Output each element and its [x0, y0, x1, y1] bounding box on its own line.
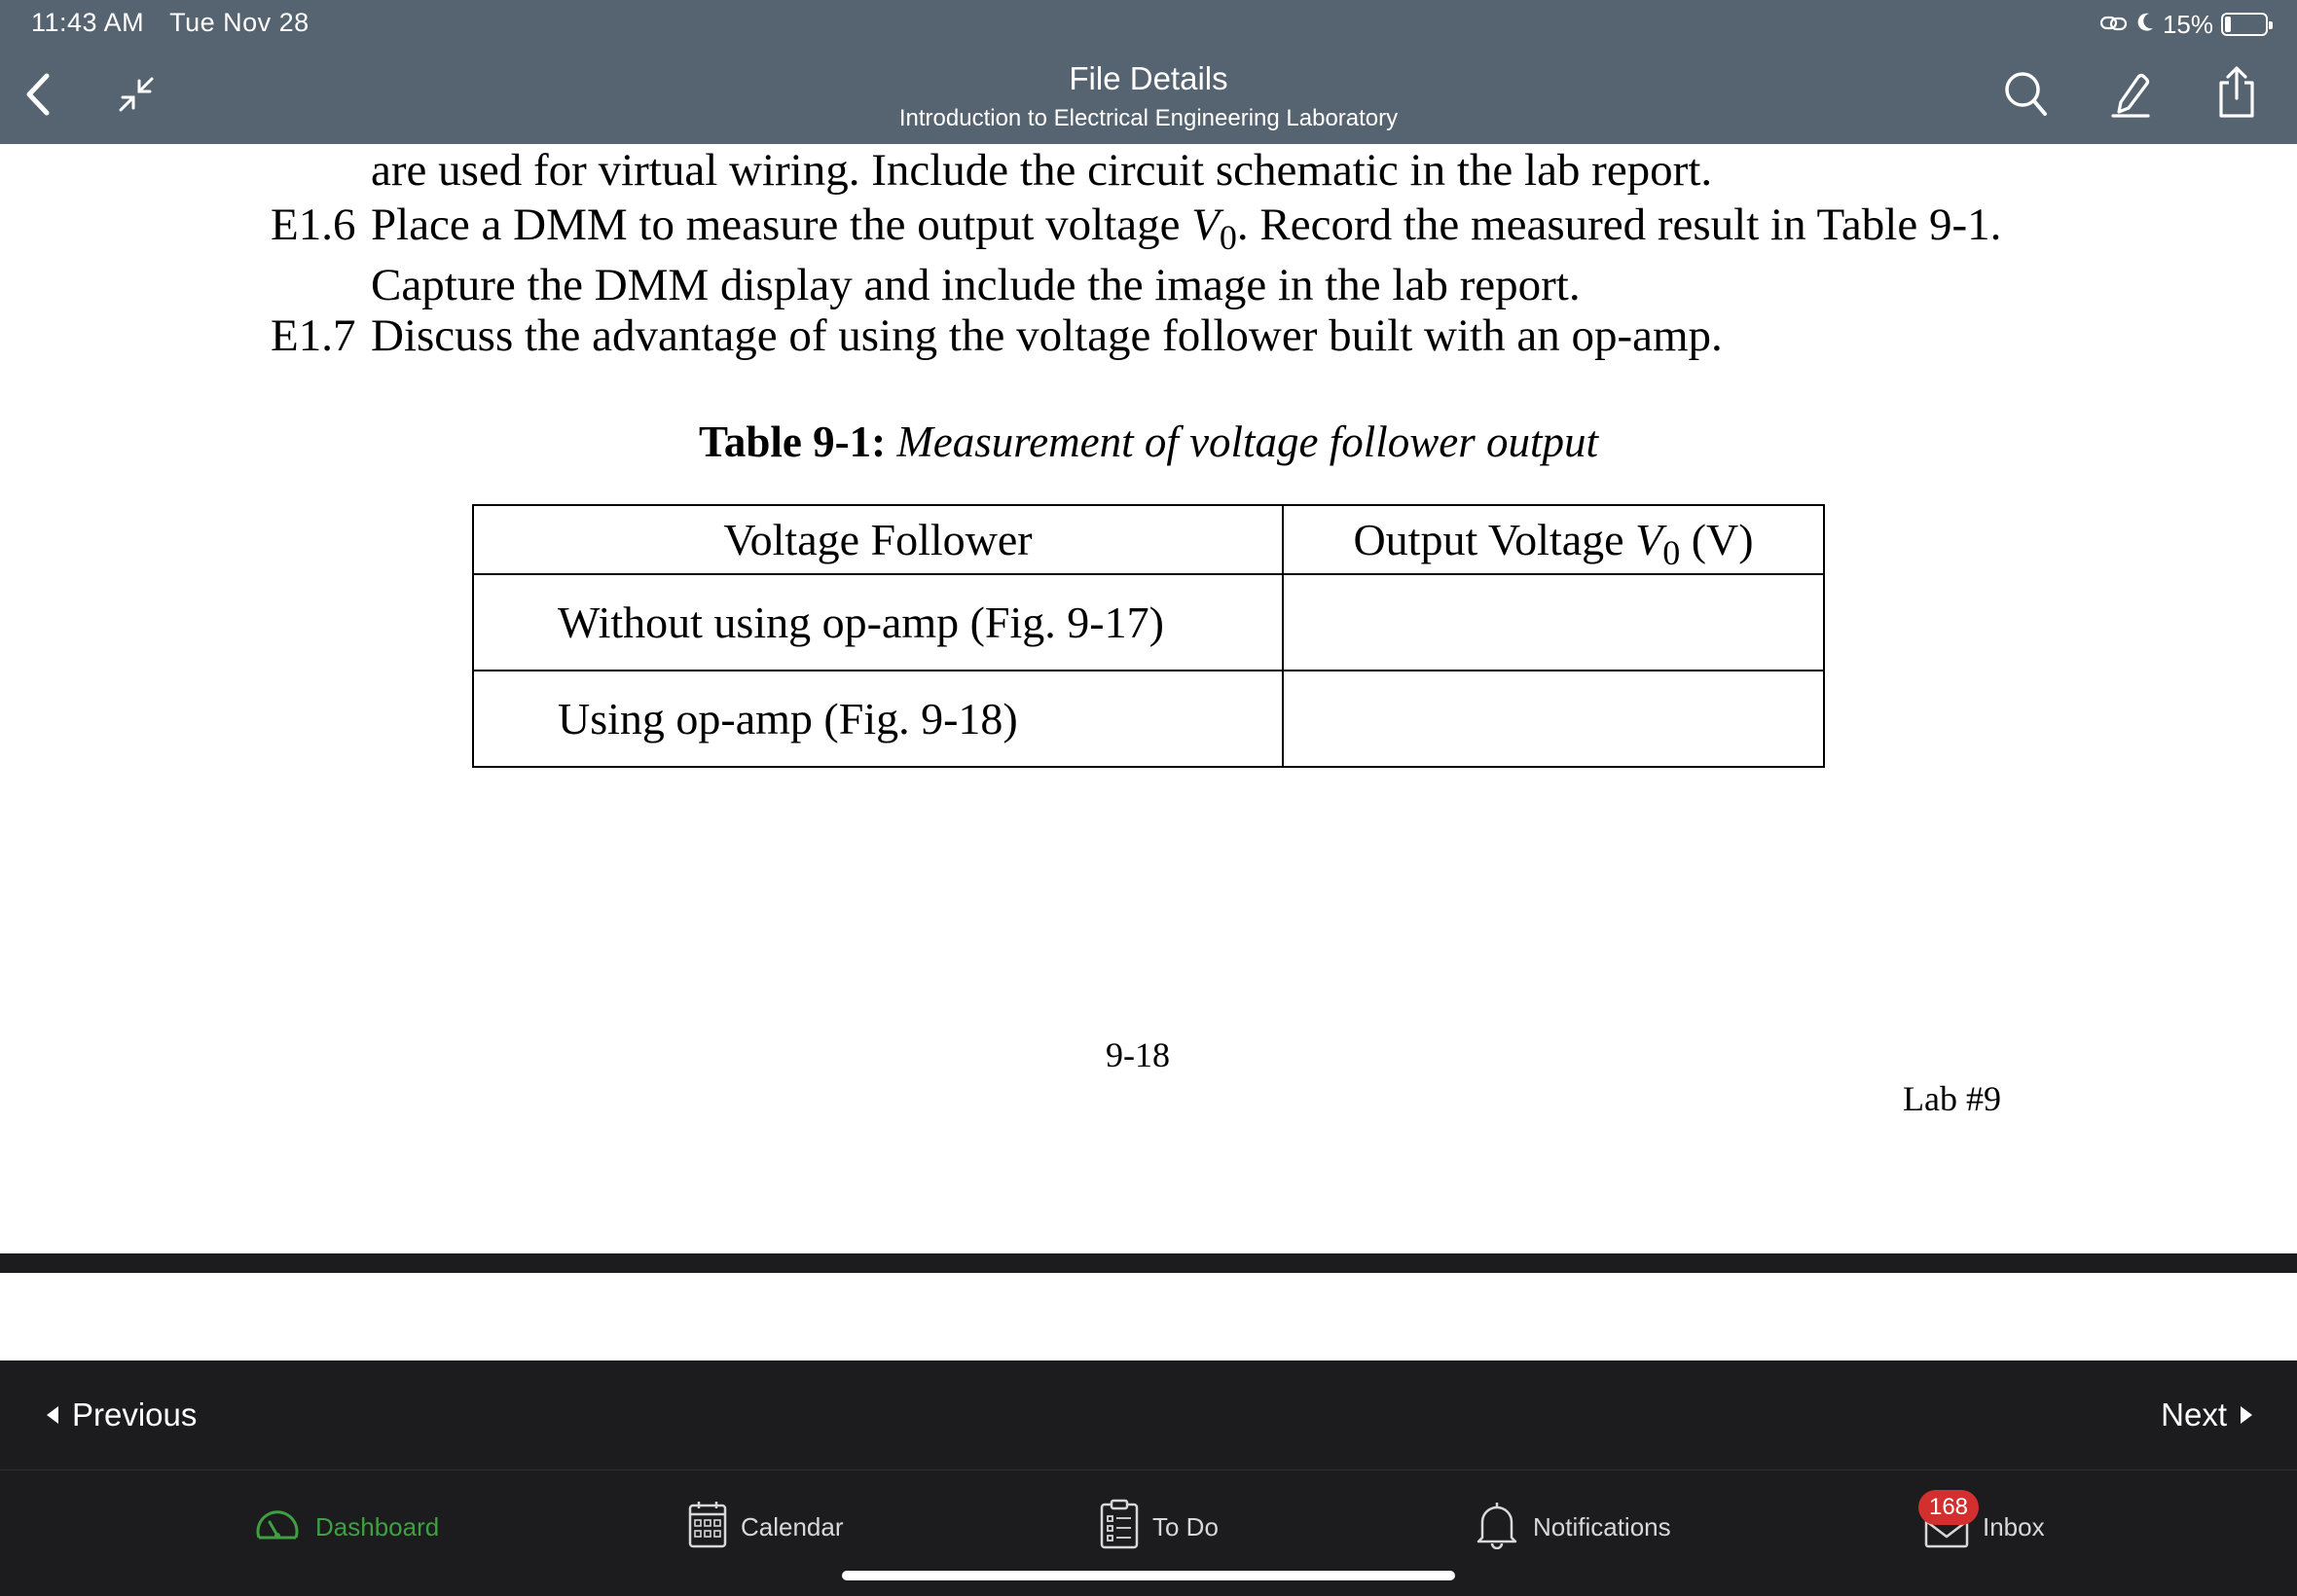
clipboard-icon	[1100, 1499, 1139, 1556]
battery-icon	[2221, 13, 2273, 36]
voltage-subscript: 0	[1219, 218, 1237, 257]
header-unit: (V)	[1691, 515, 1754, 564]
moon-icon	[2135, 10, 2155, 40]
lab-label: Lab #9	[1903, 1079, 2001, 1118]
table-cell-value	[1282, 573, 1825, 671]
table-cell-value	[1282, 670, 1825, 768]
voltage-symbol: V	[1635, 515, 1663, 564]
table-row: Using op-amp (Fig. 9-18)	[472, 670, 1825, 768]
search-icon	[2003, 70, 2048, 122]
table-row: Without using op-amp (Fig. 9-17)	[472, 573, 1825, 671]
status-indicators: 15%	[2099, 8, 2273, 41]
next-button[interactable]: Next	[2161, 1360, 2252, 1469]
table-caption-label: Table 9-1:	[698, 417, 887, 466]
page-number: 9-18	[1106, 1035, 1170, 1074]
document-viewer[interactable]: are used for virtual wiring. Include the…	[0, 144, 2297, 1253]
link-icon	[2099, 10, 2128, 40]
previous-button[interactable]: Previous	[47, 1360, 197, 1469]
step-e17-text: Discuss the advantage of using the volta…	[371, 310, 1723, 361]
measurement-table: Voltage Follower Output Voltage V0 (V) W…	[472, 504, 1825, 768]
table-cell-label: Without using op-amp (Fig. 9-17)	[472, 573, 1284, 671]
table-header-row: Voltage Follower Output Voltage V0 (V)	[472, 504, 1825, 575]
tab-todo[interactable]: To Do	[1100, 1496, 1219, 1558]
pager-bar: Previous Next	[0, 1360, 2297, 1469]
header-text: Output Voltage	[1353, 515, 1624, 564]
next-label: Next	[2161, 1396, 2227, 1433]
tab-label: To Do	[1152, 1511, 1219, 1542]
tab-dashboard[interactable]: Dashboard	[253, 1496, 439, 1558]
tab-label: Inbox	[1983, 1511, 2045, 1542]
previous-label: Previous	[72, 1396, 198, 1433]
table-cell-label: Using op-amp (Fig. 9-18)	[472, 670, 1284, 768]
caret-right-icon	[2241, 1406, 2252, 1424]
step-number: E1.7	[271, 310, 356, 361]
calendar-icon	[688, 1500, 727, 1555]
search-button[interactable]	[2000, 68, 2051, 123]
pen-icon	[2109, 69, 2154, 123]
status-time-date: 11:43 AM Tue Nov 28	[31, 8, 310, 38]
tab-inbox[interactable]: 168 Inbox	[1918, 1490, 2045, 1558]
dashboard-gauge-icon	[253, 1505, 302, 1550]
tab-notifications[interactable]: Notifications	[1475, 1496, 1671, 1558]
voltage-symbol: V	[1191, 200, 1220, 250]
inbox-count-badge: 168	[1918, 1490, 1979, 1525]
inbox-icon-wrap: 168	[1918, 1490, 1979, 1548]
step-e16-text: Place a DMM to measure the output voltag…	[371, 199, 2002, 257]
table-caption: Table 9-1: Measurement of voltage follow…	[0, 417, 2297, 467]
status-time: 11:43 AM	[31, 8, 145, 37]
page-title: File Details	[1069, 60, 1228, 96]
step-number: E1.6	[271, 200, 356, 250]
tab-label: Dashboard	[315, 1511, 440, 1542]
table-header-cell: Output Voltage V0 (V)	[1282, 504, 1825, 575]
tab-label: Notifications	[1533, 1511, 1671, 1542]
caret-left-icon	[47, 1406, 58, 1424]
share-button[interactable]	[2210, 64, 2263, 123]
status-date: Tue Nov 28	[169, 8, 310, 37]
course-subtitle: Introduction to Electrical Engineering L…	[898, 105, 1399, 131]
table-header-cell: Voltage Follower	[472, 504, 1284, 575]
step-text: . Record the measured result in Table 9-…	[1236, 200, 2002, 250]
tab-label: Calendar	[741, 1511, 844, 1542]
step-e16-continuation: Capture the DMM display and include the …	[371, 260, 1581, 310]
tab-calendar[interactable]: Calendar	[688, 1496, 844, 1558]
share-icon	[2215, 65, 2258, 123]
bell-icon	[1475, 1499, 1519, 1556]
annotate-button[interactable]	[2105, 68, 2158, 123]
page-divider	[0, 1253, 2297, 1273]
table-caption-text: Measurement of voltage follower output	[896, 417, 1599, 466]
header-title-block: File Details Introduction to Electrical …	[0, 60, 2297, 132]
home-indicator[interactable]	[842, 1571, 1455, 1580]
step-text: Place a DMM to measure the output voltag…	[371, 200, 1181, 250]
document-line: are used for virtual wiring. Include the…	[371, 145, 1713, 196]
voltage-subscript: 0	[1662, 533, 1681, 572]
battery-percent: 15%	[2162, 9, 2213, 39]
top-header: 11:43 AM Tue Nov 28 15% File Details Int…	[0, 0, 2297, 144]
